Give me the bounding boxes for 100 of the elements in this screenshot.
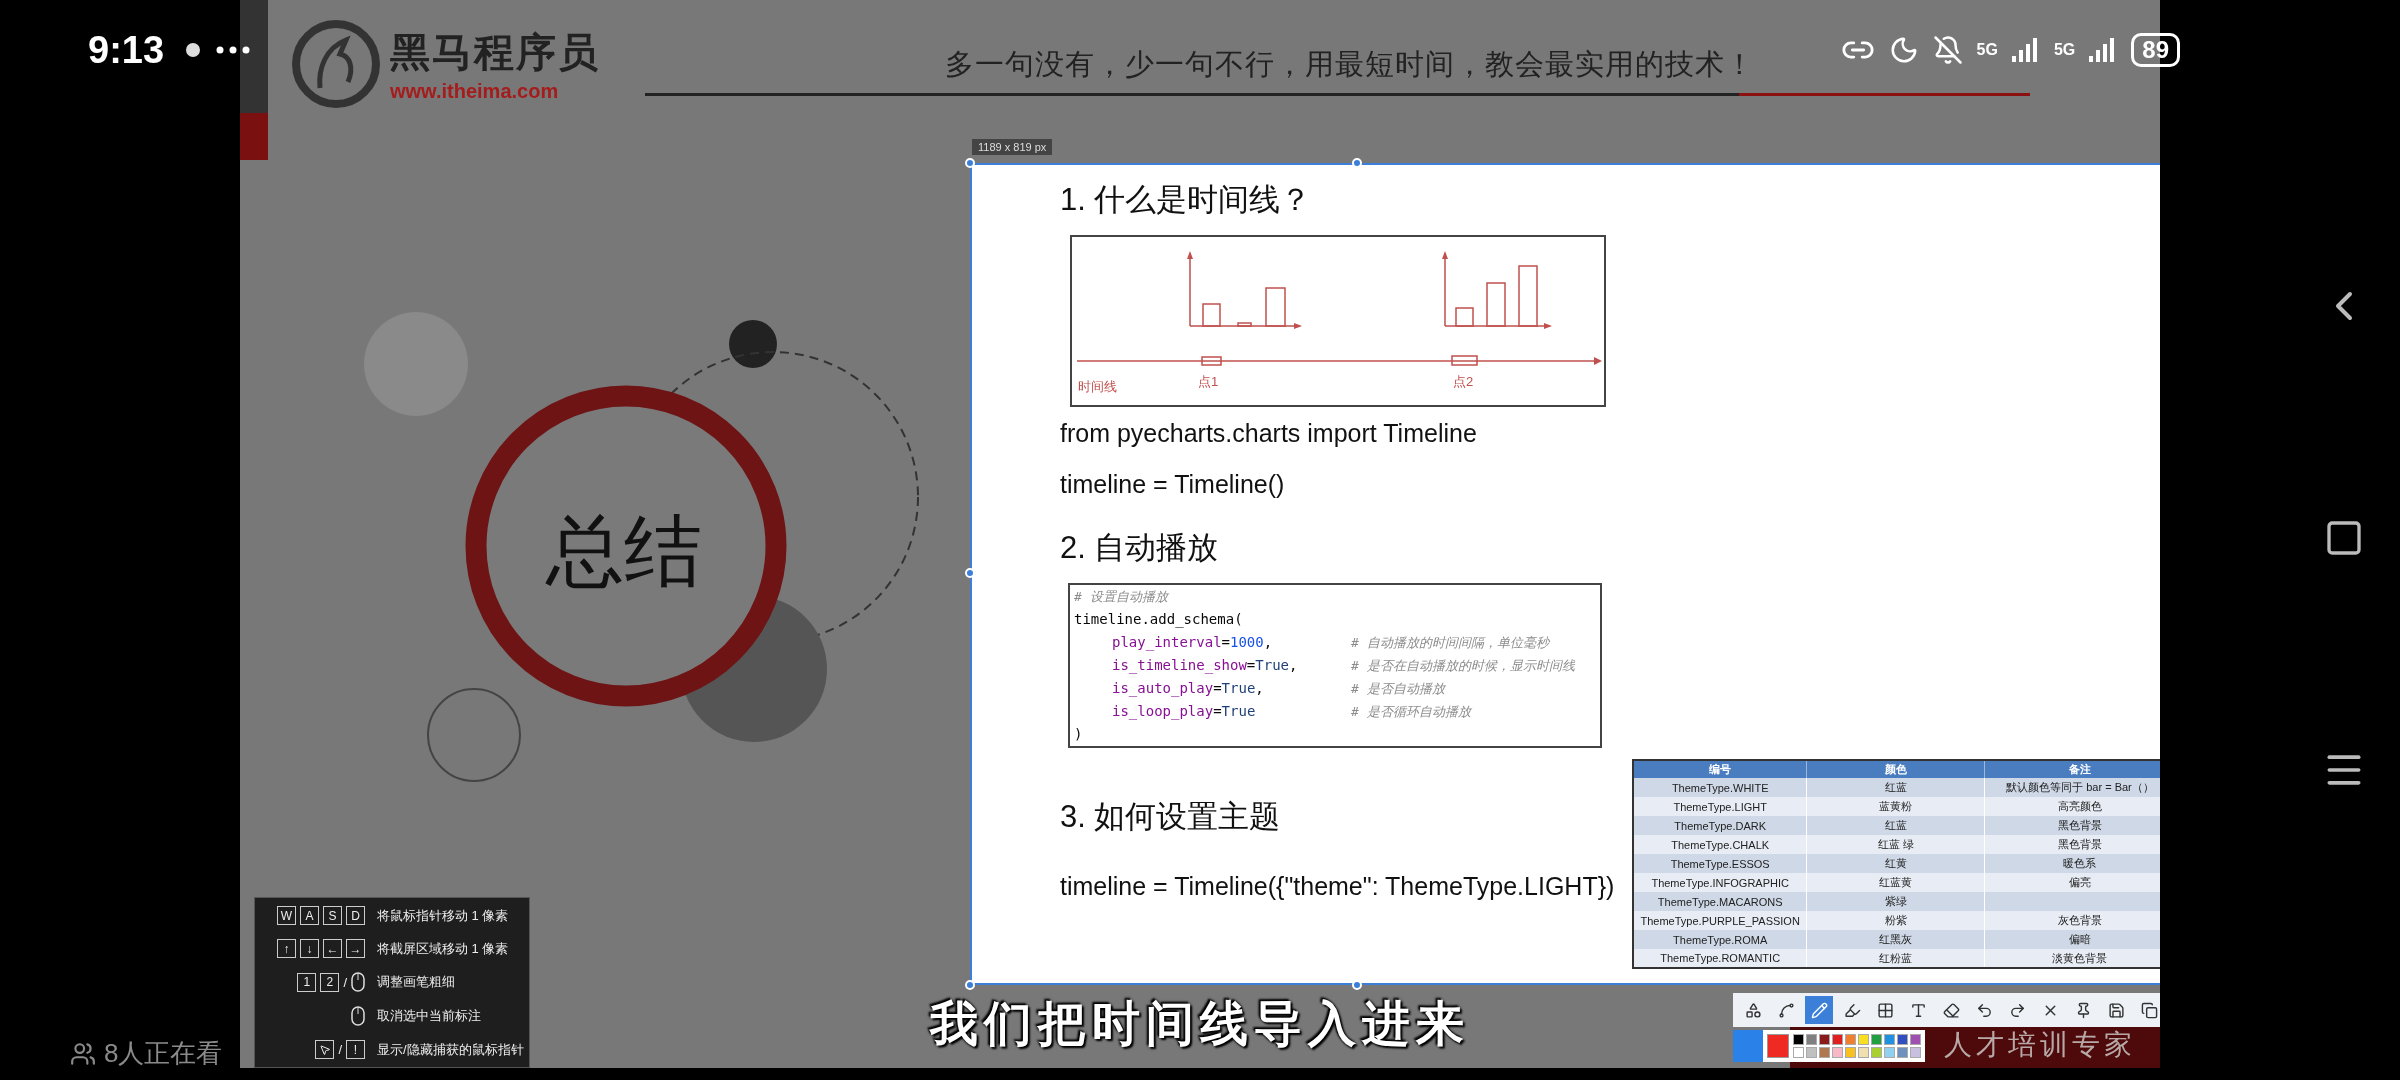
undo-icon	[1975, 1001, 1993, 1019]
table-cell: ThemeType.INFOGRAPHIC	[1633, 873, 1807, 892]
color-swatch[interactable]	[1793, 1034, 1804, 1045]
table-cell: ThemeType.LIGHT	[1633, 797, 1807, 816]
code-line: )	[1074, 725, 1084, 744]
shortcut-text: 将鼠标指针移动 1 像素	[377, 906, 510, 925]
point-marker	[1451, 355, 1478, 366]
viewer-count: 8人正在看	[104, 1037, 223, 1070]
color-swatch[interactable]	[1806, 1034, 1817, 1045]
square-icon	[2324, 518, 2364, 558]
code-comment: # 是否循环自动播放	[1351, 703, 1473, 721]
logo-title: 黑马程序员	[390, 29, 600, 76]
mute-icon	[1932, 35, 1963, 65]
shortcut-text: 取消选中当前标注	[377, 1007, 482, 1025]
table-cell: ThemeType.ROMA	[1633, 930, 1807, 949]
cursor-icon	[315, 1040, 335, 1059]
table-cell: ThemeType.ROMANTIC	[1633, 949, 1807, 968]
table-cell: 高亮颜色	[1984, 797, 2160, 816]
color-swatch[interactable]	[1884, 1047, 1895, 1058]
table-cell: 淡黄色背景	[1984, 949, 2160, 968]
code-text: from pyecharts.charts import Timeline	[1060, 419, 1477, 448]
color-swatch[interactable]	[1806, 1047, 1817, 1058]
table-cell: 粉紫	[1806, 911, 1985, 930]
color-swatch[interactable]	[1819, 1047, 1830, 1058]
shortcut-text: 显示/隐藏捕获的鼠标指针	[377, 1040, 524, 1059]
color-swatch[interactable]	[1871, 1047, 1882, 1058]
table-cell: 红黄	[1806, 854, 1985, 873]
table-cell: 红黑灰	[1806, 930, 1985, 949]
separator-text: /	[338, 1042, 342, 1057]
section-heading: 3. 如何设置主题	[1060, 798, 1281, 836]
color-swatch[interactable]	[1819, 1034, 1830, 1045]
key-cap: 1	[297, 972, 317, 992]
shapes-icon	[1744, 1001, 1762, 1019]
color-swatch[interactable]	[1871, 1034, 1882, 1045]
slogan: 多一句没有，少一句不行，用最短时间，教会最实用的技术！	[945, 47, 1755, 82]
pencil-tool-button[interactable]	[1805, 996, 1833, 1024]
resize-handle[interactable]	[965, 980, 975, 990]
mouse-icon	[351, 972, 365, 992]
key-cap: ↓	[300, 939, 319, 958]
color-swatch[interactable]	[1832, 1034, 1843, 1045]
network-label: 5G	[2053, 41, 2076, 59]
table-cell: 暖色系	[1984, 854, 2160, 873]
key-cap: ←	[323, 939, 342, 958]
line-icon	[1777, 1001, 1795, 1019]
resize-handle[interactable]	[1352, 158, 1362, 168]
key-cap: 2	[320, 972, 340, 992]
more-dots-icon	[216, 46, 251, 54]
column-header: 编号	[1633, 760, 1807, 778]
code-line: is_auto_play=True,	[1112, 679, 1265, 699]
color-swatch[interactable]	[1910, 1034, 1921, 1045]
color-swatch[interactable]	[1910, 1047, 1921, 1058]
shortcut-text: 将截屏区域移动 1 像素	[377, 939, 510, 958]
table-cell: ThemeType.ESSOS	[1633, 854, 1807, 873]
code-line: is_loop_play=True	[1112, 702, 1257, 722]
save-icon	[2107, 1001, 2125, 1019]
table-cell: 偏亮	[1984, 873, 2160, 892]
marker-icon	[1843, 1001, 1861, 1019]
column-header: 备注	[1984, 760, 2160, 778]
mosaic-icon	[1876, 1001, 1894, 1019]
code-text: timeline = Timeline()	[1060, 470, 1285, 499]
table-cell: 灰色背景	[1984, 911, 2160, 930]
color-swatch[interactable]	[1897, 1047, 1908, 1058]
point-label: 点2	[1453, 374, 1474, 389]
notification-dot-icon	[186, 43, 201, 57]
table-cell: 红蓝 绿	[1806, 835, 1985, 854]
summary-title: 总结	[546, 506, 702, 597]
shortcut-text: 调整画笔粗细	[377, 973, 456, 991]
table-cell: 黑色背景	[1984, 816, 2160, 835]
table-cell: 红蓝	[1806, 778, 1985, 797]
table-cell: 红粉蓝	[1806, 949, 1985, 968]
color-swatch[interactable]	[1793, 1047, 1804, 1058]
eraser-icon	[1942, 1001, 1960, 1019]
key-cap: A	[300, 906, 319, 925]
point-label: 点1	[1198, 374, 1219, 389]
table-cell: 蓝黄粉	[1806, 797, 1985, 816]
color-swatch[interactable]	[1884, 1034, 1895, 1045]
resize-handle[interactable]	[965, 158, 975, 168]
color-swatch[interactable]	[1858, 1047, 1869, 1058]
code-comment: # 是否在自动播放的时候，显示时间线	[1351, 657, 1576, 675]
table-cell: 红蓝	[1806, 816, 1985, 835]
resize-handle[interactable]	[965, 568, 975, 578]
section-heading: 1. 什么是时间线？	[1060, 181, 1312, 219]
horse-logo-icon	[290, 18, 382, 110]
redo-icon	[2008, 1001, 2026, 1019]
mouse-icon	[351, 1006, 365, 1026]
color-swatch[interactable]	[1845, 1034, 1856, 1045]
table-cell: ThemeType.DARK	[1633, 816, 1807, 835]
color-swatch[interactable]	[1832, 1047, 1843, 1058]
pencil-icon	[1810, 1001, 1828, 1019]
color-swatch[interactable]	[1897, 1034, 1908, 1045]
key-cap: ↑	[277, 939, 296, 958]
point-marker	[1201, 356, 1222, 366]
table-cell: 默认颜色等同于 bar = Bar（）	[1984, 778, 2160, 797]
viewers-icon	[70, 1040, 96, 1067]
color-swatch[interactable]	[1845, 1047, 1856, 1058]
resize-handle[interactable]	[1352, 980, 1362, 990]
logo-url: www.itheima.com	[390, 80, 560, 103]
table-cell: 偏暗	[1984, 930, 2160, 949]
color-swatch[interactable]	[1858, 1034, 1869, 1045]
code-text: timeline = Timeline({"theme": ThemeType.LIGHT})	[1060, 872, 1615, 901]
